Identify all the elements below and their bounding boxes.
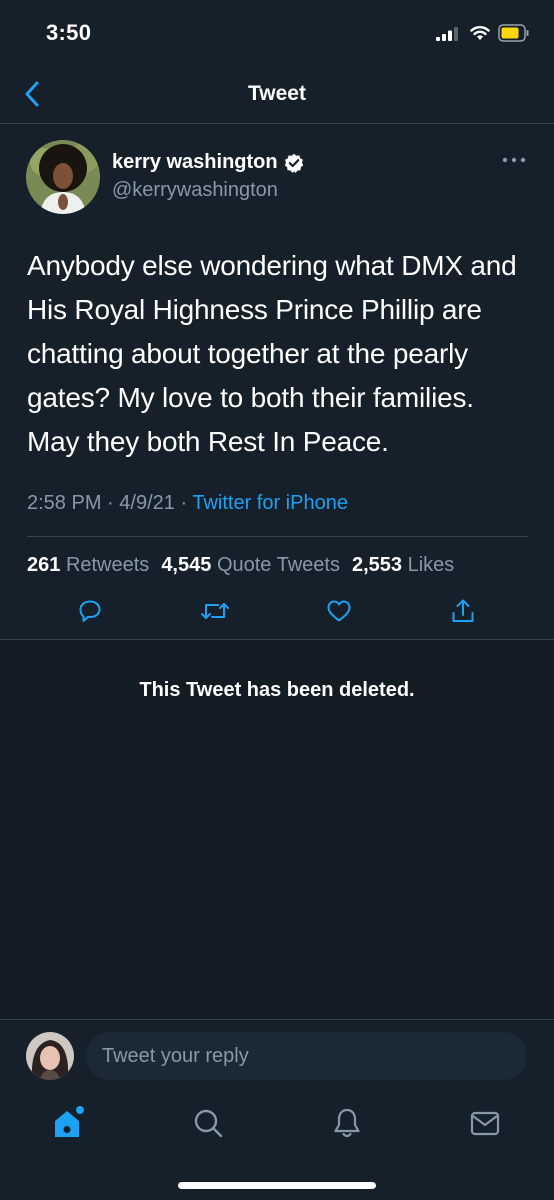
likes-stat[interactable]: 2,553 Likes [352,554,454,577]
tweet-meta: 2:58 PM · 4/9/21 · Twitter for iPhone [27,492,348,515]
verified-badge-icon [284,153,303,173]
author-avatar[interactable] [26,140,100,214]
bell-icon [334,1108,360,1138]
meta-separator: · [180,492,188,514]
likes-count: 2,553 [351,554,403,576]
reply-icon [79,600,101,622]
tweet-time: 2:58 PM [27,492,102,514]
tab-messages[interactable] [467,1105,503,1141]
retweets-count: 261 [27,554,61,576]
reply-input[interactable] [86,1032,527,1080]
likes-label: Likes [407,554,455,576]
tweet-date: 4/9/21 [119,492,175,514]
avatar-image [26,1032,74,1080]
status-bar: 3:50 [0,0,554,64]
reply-button[interactable] [73,594,107,628]
quote-tweets-label: Quote Tweets [216,554,340,576]
envelope-icon [470,1111,500,1136]
search-icon [194,1109,223,1138]
stats-divider [27,536,528,537]
share-icon [452,599,474,622]
page-title: Tweet [248,82,306,105]
tab-home[interactable] [51,1105,87,1141]
tab-notifications[interactable] [329,1105,365,1141]
retweets-stat[interactable]: 261 Retweets [27,554,149,577]
status-time: 3:50 [46,20,92,45]
meta-separator: · [107,492,114,514]
more-dots-icon [502,157,526,163]
share-button[interactable] [446,594,480,628]
author-name[interactable]: kerry washington [112,151,304,174]
tweet-source-link[interactable]: Twitter for iPhone [192,492,348,514]
tab-search[interactable] [190,1105,226,1141]
wifi-icon [470,26,490,40]
deleted-tweet-message: This Tweet has been deleted. [139,679,415,701]
tweet-text: Anybody else wondering what DMX and His … [27,250,517,457]
like-button[interactable] [322,594,356,628]
more-options-button[interactable] [500,152,528,168]
reply-composer [0,1019,554,1091]
retweets-label: Retweets [65,554,150,576]
user-avatar[interactable] [26,1032,74,1080]
tweet-actions [0,594,554,634]
home-indicator[interactable] [178,1182,376,1189]
avatar-image [26,140,100,214]
cellular-signal-icon [436,27,458,41]
tweet-detail: kerry washington @kerrywashington Anybod… [0,124,554,640]
quote-tweets-count: 4,545 [161,554,212,576]
quote-tweets-stat[interactable]: 4,545 Quote Tweets [161,554,340,577]
battery-icon [498,24,529,42]
heart-icon [327,600,351,622]
retweet-icon [201,603,229,619]
author-handle[interactable]: @kerrywashington [112,179,278,202]
retweet-button[interactable] [198,594,232,628]
navigation-bar: Tweet [0,64,554,124]
author-name-text: kerry washington [112,151,278,173]
home-icon [55,1106,84,1137]
tweet-stats: 261 Retweets 4,545 Quote Tweets 2,553 Li… [27,554,454,577]
deleted-tweet-notice: This Tweet has been deleted. [0,641,554,1019]
